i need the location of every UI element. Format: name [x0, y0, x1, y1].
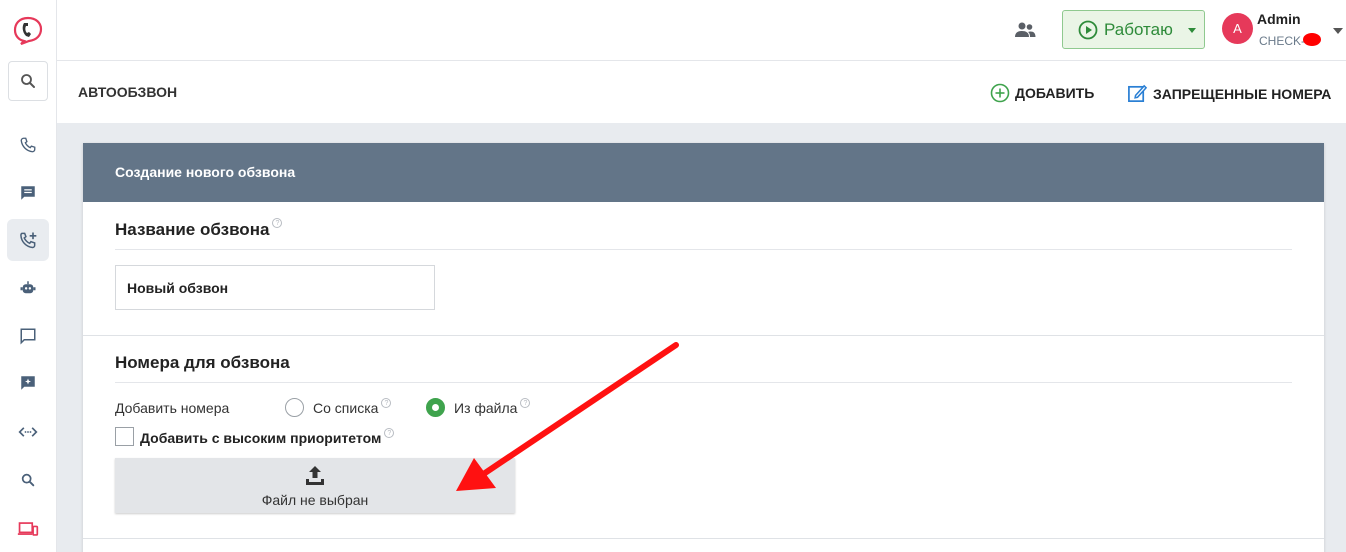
sidebar-item-ai-messages[interactable]: [7, 362, 49, 404]
search-icon: [21, 74, 35, 88]
sidebar-item-chats[interactable]: [7, 172, 49, 214]
redaction-mark: [1303, 33, 1321, 46]
radio-from-file-text: Из файла: [454, 400, 518, 416]
plus-circle-icon: [990, 83, 1010, 103]
help-icon[interactable]: ?: [381, 398, 392, 408]
edit-icon: [1128, 84, 1148, 102]
sidebar-item-messages[interactable]: [7, 315, 49, 357]
help-icon[interactable]: ?: [384, 428, 395, 438]
radio-from-list[interactable]: [285, 398, 304, 417]
message-icon: [20, 328, 36, 345]
new-campaign-card: Создание нового обзвона Название обзвона…: [83, 143, 1324, 552]
campaign-name-input[interactable]: [115, 265, 435, 310]
card-header: Создание нового обзвона: [83, 143, 1324, 202]
user-name[interactable]: Admin: [1257, 11, 1301, 27]
add-numbers-label: Добавить номера: [115, 400, 230, 416]
sidebar: [0, 0, 57, 552]
campaign-name-title: Название обзвона?: [115, 218, 283, 240]
search-small-icon: [21, 473, 35, 487]
section-header: АВТООБЗВОН ДОБАВИТЬ ЗАПРЕЩЕННЫЕ НОМЕРА: [57, 61, 1346, 123]
robot-icon: [20, 281, 36, 294]
avatar[interactable]: A: [1222, 13, 1253, 44]
numbers-title: Номера для обзвона: [115, 353, 290, 372]
high-priority-text: Добавить с высоким приоритетом: [140, 430, 382, 446]
logo-icon: [13, 16, 43, 45]
devices-icon: [17, 522, 39, 536]
high-priority-checkbox[interactable]: [115, 427, 134, 446]
sidebar-item-integrations[interactable]: [7, 411, 49, 453]
user-account: CHECK-: [1259, 34, 1306, 48]
code-icon: [18, 427, 38, 437]
ai-message-icon: [21, 376, 35, 390]
campaign-name-title-text: Название обзвона: [115, 220, 270, 239]
status-dropdown-button[interactable]: Работаю: [1062, 10, 1205, 49]
chevron-down-icon: [1188, 28, 1196, 33]
sidebar-item-calls[interactable]: [7, 124, 49, 166]
sidebar-search-button[interactable]: [8, 61, 48, 101]
high-priority-label[interactable]: Добавить с высоким приоритетом?: [140, 428, 395, 446]
section-divider: [83, 538, 1324, 539]
banned-numbers-label: ЗАПРЕЩЕННЫЕ НОМЕРА: [1153, 85, 1332, 102]
status-label: Работаю: [1104, 19, 1173, 39]
section-divider: [83, 335, 1324, 336]
radio-from-file-label[interactable]: Из файла?: [454, 398, 531, 416]
radio-from-list-label[interactable]: Со списка?: [313, 398, 392, 416]
help-icon[interactable]: ?: [272, 218, 283, 228]
sidebar-item-bots[interactable]: [7, 267, 49, 309]
banned-numbers-button[interactable]: ЗАПРЕЩЕННЫЕ НОМЕРА: [1127, 83, 1331, 104]
radio-from-list-text: Со списка: [313, 400, 379, 416]
sidebar-item-devices[interactable]: [7, 508, 49, 550]
sidebar-item-autodial[interactable]: [7, 219, 49, 261]
add-button[interactable]: ДОБАВИТЬ: [990, 83, 1094, 103]
radio-from-file[interactable]: [426, 398, 445, 417]
topbar: Работаю A Admin CHECK-: [57, 0, 1346, 61]
sidebar-item-search[interactable]: [7, 459, 49, 501]
call-add-icon: [20, 232, 37, 249]
divider: [115, 249, 1292, 250]
help-icon[interactable]: ?: [520, 398, 531, 408]
content-area: Создание нового обзвона Название обзвона…: [57, 123, 1346, 552]
upload-icon: [306, 466, 324, 485]
team-icon[interactable]: [1013, 19, 1037, 41]
phone-icon: [20, 137, 36, 153]
upload-status-text: Файл не выбран: [261, 492, 369, 508]
add-button-label: ДОБАВИТЬ: [1015, 85, 1095, 101]
user-menu-chevron-icon[interactable]: [1333, 28, 1343, 34]
file-upload-button[interactable]: Файл не выбран: [115, 458, 515, 513]
chat-icon: [21, 186, 35, 200]
page-title: АВТООБЗВОН: [78, 84, 178, 100]
divider: [115, 382, 1292, 383]
play-circle-icon: [1078, 20, 1098, 39]
